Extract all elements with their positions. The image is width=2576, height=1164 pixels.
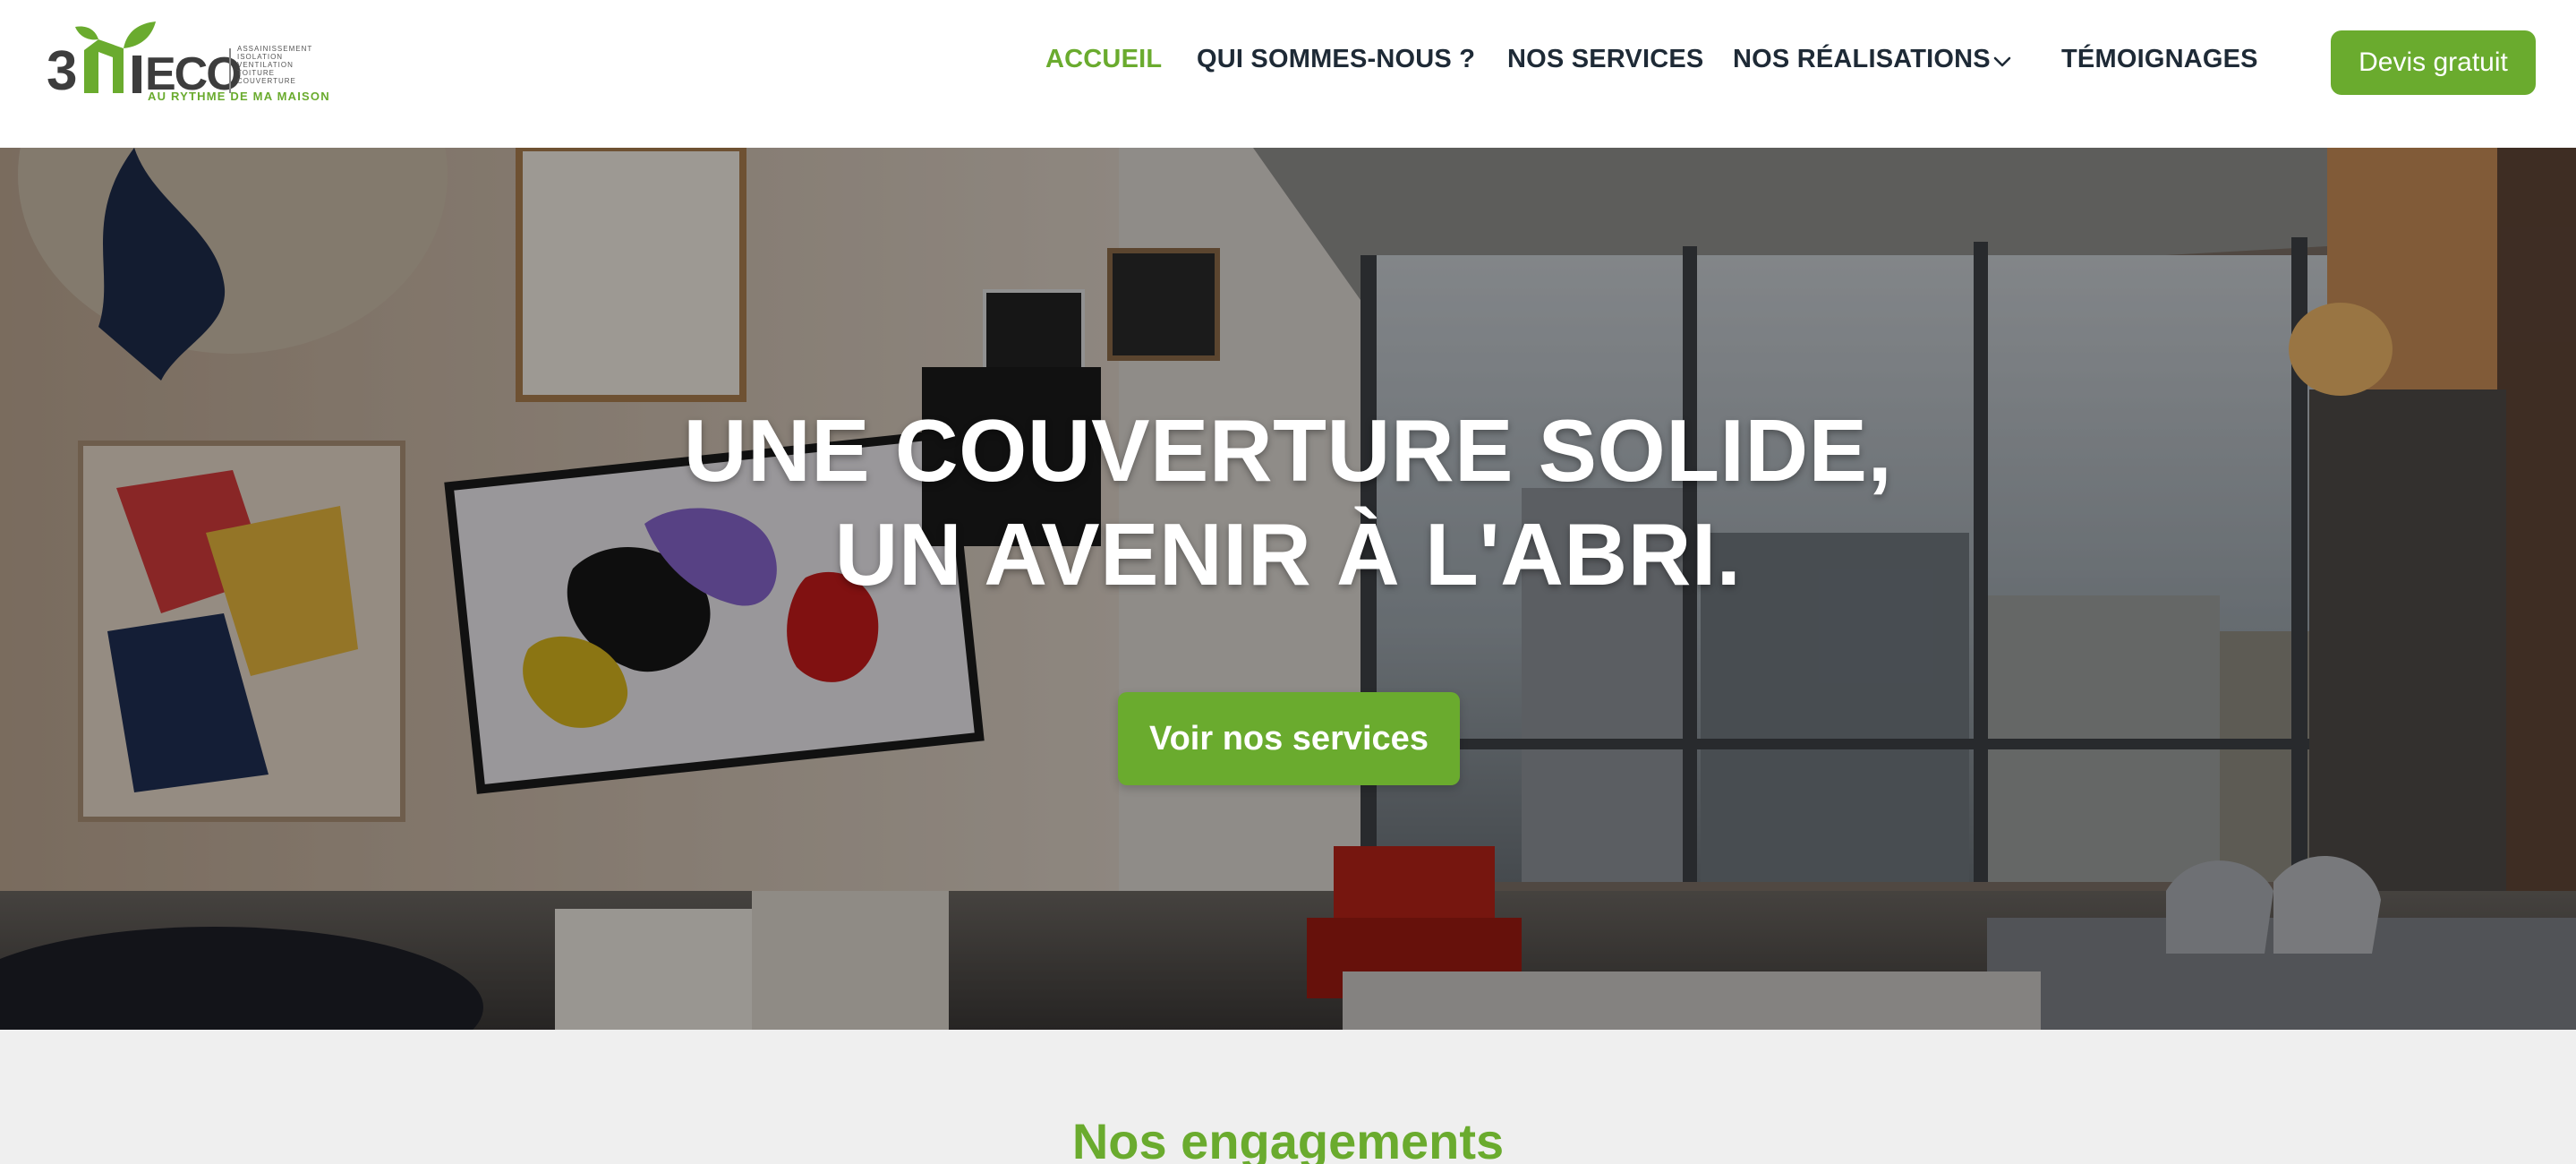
nav-item-nos-services[interactable]: NOS SERVICES [1507,45,1703,74]
section-title: Nos engagements [1071,1113,1505,1164]
logo-service-line: VENTILATION [237,61,294,69]
logo-service-line: TOITURE [237,69,275,77]
nav-item-accueil[interactable]: ACCUEIL [1045,45,1162,74]
svg-text:3: 3 [47,40,77,102]
view-services-button[interactable]: Voir nos services [1118,692,1460,785]
hero-title: UNE COUVERTURE SOLIDE, UN AVENIR À L'ABR… [0,398,2576,606]
logo-service-line: ISOLATION [237,53,284,61]
chevron-down-icon[interactable] [1991,50,2014,73]
hero-title-line-2: UN AVENIR À L'ABRI. [834,505,1742,603]
logo-tagline: AU RYTHME DE MA MAISON [148,90,330,103]
logo-service-line: COUVERTURE [237,77,296,85]
logo-service-line: ASSAINISSEMENT [237,45,313,53]
free-quote-button[interactable]: Devis gratuit [2331,30,2536,95]
engagements-section: Nos engagements [0,1030,2576,1164]
hero-banner: UNE COUVERTURE SOLIDE, UN AVENIR À L'ABR… [0,148,2576,1030]
logo-services-list: ASSAINISSEMENT ISOLATION VENTILATION TOI… [237,45,312,85]
hero-title-line-1: UNE COUVERTURE SOLIDE, [683,401,1893,500]
nav-item-qui-sommes-nous[interactable]: QUI SOMMES-NOUS ? [1197,45,1475,74]
nav-item-nos-realisations[interactable]: NOS RÉALISATIONS [1733,45,1991,74]
site-header: 3 ECO ASSAINISSEMENT ISOLATION VENTILATI… [0,0,2576,148]
nav-item-temoignages[interactable]: TÉMOIGNAGES [2061,45,2258,74]
